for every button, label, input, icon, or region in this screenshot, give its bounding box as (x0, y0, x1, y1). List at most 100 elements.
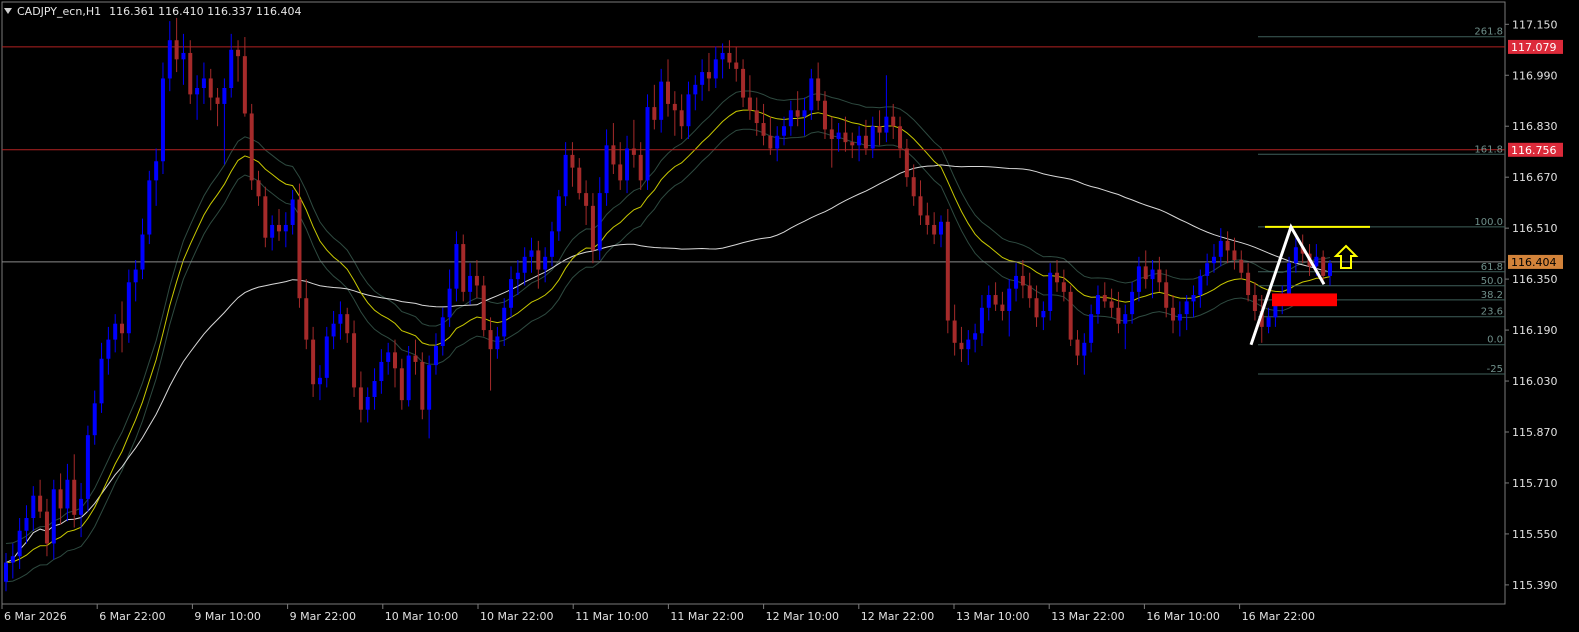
candle-body (120, 323, 125, 334)
candle-body (399, 368, 404, 401)
candle-body (672, 103, 677, 111)
candle-body (1055, 272, 1060, 283)
chart-window[interactable]: 261.8 161.8 100.0 61.8 50.0 38.2 23.6 0.0 -25 117… (0, 0, 1579, 632)
candle-body (195, 88, 200, 95)
fib-level-label: 100.0 (1474, 217, 1503, 228)
candle-body (741, 68, 746, 98)
candle-body (829, 129, 834, 139)
candle-body (188, 52, 193, 95)
candle-body (113, 323, 118, 340)
fast-moving-average-line (5, 109, 1331, 564)
candle-body (713, 59, 718, 79)
candle-body (215, 97, 220, 104)
candle-body (1191, 295, 1196, 302)
symbol-label: CADJPY_ecn,H1 (17, 5, 102, 18)
candle-body (870, 126, 875, 149)
candle-body (126, 282, 131, 334)
price-tag-label: 116.404 (1511, 256, 1557, 269)
candle-body (447, 288, 452, 318)
x-axis-tick-label: 9 Mar 22:00 (290, 610, 356, 623)
candle-body (317, 377, 322, 385)
candle-body (686, 94, 691, 127)
candle-body (543, 256, 548, 270)
candle-body (788, 110, 793, 127)
x-axis-tick-label: 12 Mar 10:00 (766, 610, 839, 623)
candle-body (1314, 256, 1319, 267)
candle-body (413, 355, 418, 362)
candle-body (1246, 272, 1251, 296)
candle-body (1211, 256, 1216, 264)
candle-body (631, 148, 636, 155)
candle-body (372, 381, 377, 397)
candle-body (1143, 266, 1148, 280)
candle-body (700, 72, 705, 85)
candle-body (898, 126, 903, 149)
candle-body (406, 355, 411, 401)
candle-body (945, 221, 950, 321)
y-axis-tick-label: 116.990 (1512, 69, 1558, 82)
candle-body (536, 250, 541, 270)
candle-body (877, 126, 882, 133)
candle-body (590, 205, 595, 251)
candle-body (952, 320, 957, 343)
candle-body (345, 314, 350, 334)
candle-body (358, 387, 363, 410)
slow-moving-average-line (5, 164, 1331, 564)
candle-body (201, 78, 206, 88)
candle-body (693, 84, 698, 95)
x-axis-tick-label: 6 Mar 2026 (4, 610, 67, 623)
candle-body (570, 154, 575, 168)
y-axis-tick-label: 116.030 (1512, 375, 1558, 388)
candle-body (522, 256, 527, 273)
candle-body (1007, 288, 1012, 311)
candle-body (454, 244, 459, 289)
candle-body (65, 479, 70, 509)
candle-body (1109, 301, 1114, 308)
x-axis-tick-label: 16 Mar 10:00 (1146, 610, 1219, 623)
ohlc-readout: 116.361 116.410 116.337 116.404 (109, 5, 302, 18)
up-arrow-icon[interactable] (1333, 244, 1359, 269)
candle-body (584, 193, 589, 206)
x-axis-tick-label: 9 Mar 10:00 (194, 610, 260, 623)
candle-body (338, 314, 343, 324)
candle-body (1123, 314, 1128, 324)
candle-body (925, 215, 930, 225)
candle-body (1266, 317, 1271, 327)
candle-body (645, 107, 650, 181)
candle-body (174, 40, 179, 60)
lower-envelope-line (5, 128, 1331, 583)
candle-body (92, 403, 97, 436)
candle-body (160, 78, 165, 162)
candle-body (1020, 275, 1025, 286)
candle-body (167, 40, 172, 79)
candle-body (495, 336, 500, 350)
candle-body (706, 72, 711, 79)
candle-body (4, 562, 8, 582)
candle-body (618, 164, 623, 181)
candle-body (1061, 282, 1066, 292)
chevron-down-icon[interactable] (4, 8, 12, 14)
fib-level-label: 50.0 (1481, 276, 1503, 287)
candle-body (966, 339, 971, 350)
fib-level-label: 23.6 (1481, 307, 1503, 318)
candle-body (85, 435, 90, 499)
price-chart[interactable]: 261.8 161.8 100.0 61.8 50.0 38.2 23.6 0.0 -25 117… (0, 0, 1579, 632)
candle-body (386, 352, 391, 362)
candle-body (659, 81, 664, 120)
candle-body (1000, 304, 1005, 311)
candle-body (734, 62, 739, 69)
candle-body (857, 135, 862, 146)
y-axis-tick-label: 115.550 (1512, 528, 1558, 541)
fib-level-label: 0.0 (1487, 335, 1503, 346)
candle-body (1287, 263, 1292, 296)
candle-body (1082, 342, 1087, 356)
candle-body (304, 298, 309, 340)
candle-body (932, 224, 937, 235)
candle-body (1198, 275, 1203, 296)
candle-body (17, 530, 22, 557)
candle-body (836, 132, 841, 139)
candle-body (993, 295, 998, 305)
red-zone-rectangle[interactable] (1272, 293, 1337, 307)
candle-body (276, 224, 281, 232)
candle-body (270, 224, 275, 238)
